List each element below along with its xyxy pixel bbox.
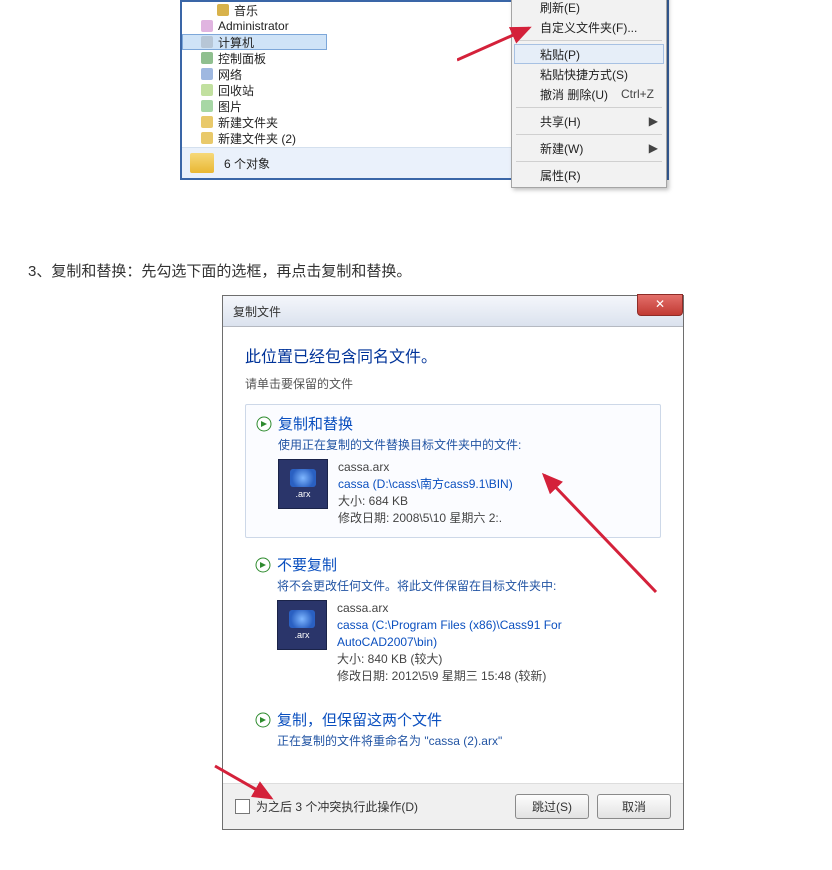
- step-instruction: 3、复制和替换：先勾选下面的选框，再点击复制和替换。: [28, 260, 822, 281]
- file-path: cassa (C:\Program Files (x86)\Cass91 For…: [337, 617, 597, 651]
- go-arrow-icon: [255, 557, 271, 573]
- nav-item[interactable]: 控制面板: [182, 50, 327, 66]
- menu-divider: [516, 107, 662, 108]
- menu-item[interactable]: 自定义文件夹(F)...: [514, 17, 664, 37]
- nav-label: 控制面板: [218, 50, 266, 67]
- go-arrow-icon: [255, 712, 271, 728]
- file-date: 修改日期: 2012\5\9 星期三 15:48 (较新): [337, 668, 597, 685]
- dialog-footer: 为之后 3 个冲突执行此操作(D) 跳过(S) 取消: [223, 783, 683, 829]
- dialog-subheading: 请单击要保留的文件: [245, 375, 661, 392]
- menu-divider: [516, 40, 662, 41]
- nav-label: 回收站: [218, 82, 254, 99]
- nav-item[interactable]: 图片: [182, 98, 327, 114]
- menu-shortcut: Ctrl+Z: [621, 87, 654, 101]
- go-arrow-icon: [256, 416, 272, 432]
- menu-item-label: 撤消 删除(U): [540, 86, 608, 103]
- submenu-arrow-icon: ▶: [649, 114, 658, 128]
- nav-icon: [200, 67, 214, 81]
- menu-item[interactable]: 撤消 删除(U) Ctrl+Z: [514, 84, 664, 104]
- menu-item-label: 刷新(E): [540, 0, 580, 16]
- nav-label: 音乐: [234, 2, 258, 19]
- close-icon: ✕: [655, 297, 665, 311]
- nav-icon: [216, 3, 230, 17]
- menu-item[interactable]: 新建(W) ▶: [514, 138, 664, 158]
- nav-icon: [200, 51, 214, 65]
- nav-item[interactable]: 新建文件夹: [182, 114, 327, 130]
- nav-icon: [200, 131, 214, 145]
- explorer-window: 音乐Administrator计算机控制面板网络回收站图片新建文件夹新建文件夹 …: [180, 0, 669, 180]
- nav-icon: [200, 99, 214, 113]
- nav-icon: [200, 19, 214, 33]
- option-title: 不要复制: [277, 554, 337, 575]
- nav-label: 新建文件夹 (2): [218, 130, 296, 147]
- nav-item[interactable]: 网络: [182, 66, 327, 82]
- file-icon: .arx: [278, 459, 328, 509]
- option-copy-keep-both[interactable]: 复制，但保留这两个文件 正在复制的文件将重命名为 "cassa (2).arx": [245, 709, 661, 763]
- checkbox-label: 为之后 3 个冲突执行此操作(D): [256, 798, 418, 815]
- nav-item[interactable]: Administrator: [182, 18, 327, 34]
- menu-item[interactable]: 刷新(E): [514, 0, 664, 17]
- file-icon: .arx: [277, 600, 327, 650]
- file-size: 大小: 840 KB (较大): [337, 651, 597, 668]
- nav-icon: [200, 83, 214, 97]
- cancel-button[interactable]: 取消: [597, 794, 671, 819]
- context-menu: 刷新(E) 自定义文件夹(F)... 粘贴(P) 粘贴快捷方式(S) 撤消 删除(U) C…: [511, 0, 667, 188]
- nav-label: 新建文件夹: [218, 114, 278, 131]
- menu-divider: [516, 134, 662, 135]
- option-desc: 将不会更改任何文件。将此文件保留在目标文件夹中:: [277, 577, 651, 594]
- copy-file-dialog: 复制文件 ✕ 此位置已经包含同名文件。 请单击要保留的文件 复制和替换 使用正在…: [222, 295, 684, 830]
- nav-label: 图片: [218, 98, 242, 115]
- option-title: 复制，但保留这两个文件: [277, 709, 442, 730]
- menu-item-label: 粘贴快捷方式(S): [540, 66, 628, 83]
- nav-icon: [200, 115, 214, 129]
- menu-item-label: 新建(W): [540, 140, 583, 157]
- dialog-title: 复制文件: [233, 303, 281, 320]
- menu-item-label: 粘贴(P): [540, 46, 580, 63]
- submenu-arrow-icon: ▶: [649, 141, 658, 155]
- close-button[interactable]: ✕: [637, 294, 683, 316]
- nav-label: 计算机: [218, 34, 254, 51]
- file-meta: cassa.arx cassa (C:\Program Files (x86)\…: [337, 600, 597, 685]
- file-size: 大小: 684 KB: [338, 493, 513, 510]
- dialog-heading: 此位置已经包含同名文件。: [245, 343, 661, 367]
- file-name: cassa.arx: [337, 600, 597, 617]
- nav-item[interactable]: 计算机: [182, 34, 327, 50]
- menu-item-label: 属性(R): [540, 167, 581, 184]
- menu-item-label: 共享(H): [540, 113, 581, 130]
- nav-item[interactable]: 音乐: [182, 2, 327, 18]
- file-name: cassa.arx: [338, 459, 513, 476]
- file-path: cassa (D:\cass\南方cass9.1\BIN): [338, 476, 513, 493]
- option-desc: 使用正在复制的文件替换目标文件夹中的文件:: [278, 436, 650, 453]
- apply-all-checkbox[interactable]: [235, 799, 250, 814]
- file-date: 修改日期: 2008\5\10 星期六 2:.: [338, 510, 513, 527]
- nav-item[interactable]: 回收站: [182, 82, 327, 98]
- menu-item[interactable]: 粘贴(P): [514, 44, 664, 64]
- skip-button[interactable]: 跳过(S): [515, 794, 589, 819]
- option-desc: 正在复制的文件将重命名为 "cassa (2).arx": [277, 732, 651, 749]
- option-dont-copy[interactable]: 不要复制 将不会更改任何文件。将此文件保留在目标文件夹中: .arx cassa…: [245, 554, 661, 693]
- folder-icon: [190, 153, 214, 173]
- nav-icon: [200, 35, 214, 49]
- option-copy-replace[interactable]: 复制和替换 使用正在复制的文件替换目标文件夹中的文件: .arx cassa.a…: [245, 404, 661, 538]
- nav-label: 网络: [218, 66, 242, 83]
- nav-item[interactable]: 新建文件夹 (2): [182, 130, 327, 146]
- explorer-content: 刷新(E) 自定义文件夹(F)... 粘贴(P) 粘贴快捷方式(S) 撤消 删除(U) C…: [327, 2, 667, 147]
- menu-item[interactable]: 粘贴快捷方式(S): [514, 64, 664, 84]
- dialog-titlebar: 复制文件 ✕: [223, 296, 683, 327]
- option-title: 复制和替换: [278, 413, 353, 434]
- menu-item[interactable]: 共享(H) ▶: [514, 111, 664, 131]
- menu-item-label: 自定义文件夹(F)...: [540, 19, 637, 36]
- file-meta: cassa.arx cassa (D:\cass\南方cass9.1\BIN) …: [338, 459, 513, 527]
- menu-item[interactable]: 属性(R): [514, 165, 664, 185]
- nav-tree: 音乐Administrator计算机控制面板网络回收站图片新建文件夹新建文件夹 …: [182, 2, 327, 147]
- menu-divider: [516, 161, 662, 162]
- status-text: 6 个对象: [224, 155, 270, 172]
- nav-label: Administrator: [218, 19, 289, 33]
